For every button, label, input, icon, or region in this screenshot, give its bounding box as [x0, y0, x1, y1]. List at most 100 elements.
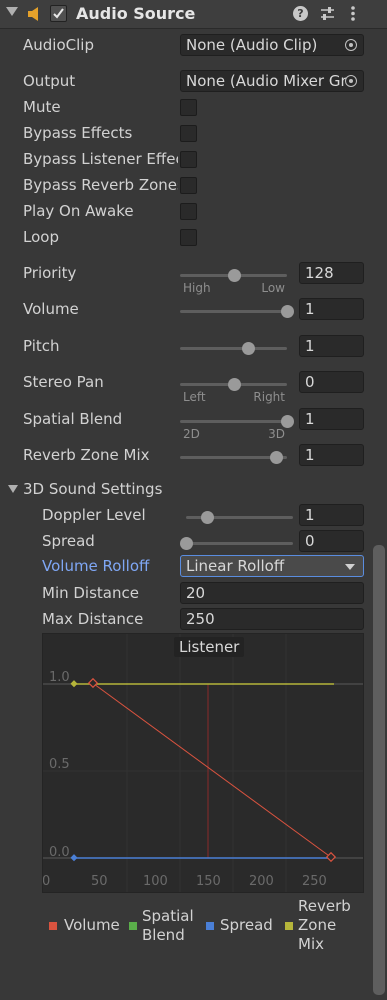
spread-level-slider-track[interactable] [180, 537, 293, 550]
component-header: Audio Source ? [0, 0, 387, 29]
doppler-level-slider-track[interactable] [186, 511, 293, 524]
min-distance-value: 20 [186, 584, 206, 602]
rolloff-graph[interactable]: 1.0 0.5 0.0 0 50 100 150 200 250 Listene… [42, 633, 364, 893]
legend-spread-label: Spread [220, 916, 273, 934]
section-3d-sound-label[interactable]: 3D Sound Settings [23, 480, 162, 498]
max-distance-value: 250 [186, 610, 215, 628]
play-on-awake-checkbox[interactable] [180, 203, 197, 220]
output-field[interactable]: None (Audio Mixer Gr [180, 70, 364, 92]
foldout-arrow-icon[interactable] [6, 7, 18, 16]
bypass-effects-checkbox[interactable] [180, 125, 197, 142]
priority-min-label: High [183, 281, 211, 295]
audio-source-icon [27, 6, 43, 26]
priority-label: Priority [23, 264, 77, 282]
reverb-zone-mix-value-field[interactable]: 1 [299, 444, 364, 466]
min-distance-label: Min Distance [42, 584, 139, 602]
max-distance-label: Max Distance [42, 610, 144, 628]
bypass-listener-checkbox[interactable] [180, 151, 197, 168]
object-picker-icon[interactable] [345, 39, 357, 51]
object-picker-icon[interactable] [345, 75, 357, 87]
priority-value-field[interactable]: 128 [299, 262, 364, 284]
loop-label: Loop [23, 228, 59, 246]
mute-checkbox[interactable] [180, 99, 197, 116]
y-tick-05: 0.5 [49, 757, 70, 772]
spread-level-slider-thumb[interactable] [180, 537, 193, 550]
stereo-pan-slider-track[interactable] [180, 378, 287, 391]
bypass-effects-label: Bypass Effects [23, 124, 133, 142]
priority-slider-thumb[interactable] [227, 269, 241, 282]
pitch-label: Pitch [23, 337, 60, 355]
stereo-pan-max-label: Right [253, 390, 285, 404]
doppler-level-label: Doppler Level [42, 506, 146, 524]
reverb-key[interactable] [70, 680, 78, 688]
reverb-zone-mix-label: Reverb Zone Mix [23, 446, 150, 464]
x-tick-100: 100 [143, 874, 168, 889]
volume-key-end[interactable] [325, 851, 337, 863]
legend-spatial-blend-label: Spatial Blend [142, 907, 194, 944]
presets-icon[interactable] [320, 6, 335, 25]
priority-max-label: Low [261, 281, 285, 295]
y-tick-1: 1.0 [49, 670, 70, 685]
legend-reverb-label: Reverb Zone Mix [298, 897, 351, 953]
volume-rolloff-label: Volume Rolloff [42, 557, 150, 575]
volume-rolloff-dropdown[interactable]: Linear Rolloff [180, 555, 364, 577]
component-title: Audio Source [76, 4, 196, 23]
play-on-awake-label: Play On Awake [23, 202, 134, 220]
pitch-value-field[interactable]: 1 [299, 335, 364, 357]
output-value: None (Audio Mixer Gr [186, 72, 347, 90]
stereo-pan-min-label: Left [183, 390, 206, 404]
stereo-pan-slider-thumb[interactable] [227, 378, 241, 391]
legend-volume-label: Volume [64, 916, 120, 934]
scrollbar-thumb[interactable] [373, 545, 385, 995]
pitch-slider-track[interactable] [180, 342, 287, 355]
bypass-reverb-label: Bypass Reverb Zones [23, 176, 178, 194]
legend-reverb-swatch [285, 922, 293, 930]
dropdown-arrow-icon [345, 564, 355, 570]
spatial-blend-slider-track[interactable] [180, 415, 294, 428]
spatial-blend-min-label: 2D [183, 427, 200, 441]
spread-level-label: Spread [42, 532, 95, 550]
x-tick-50: 50 [91, 874, 108, 889]
reverb-zone-mix-slider-track[interactable] [180, 451, 287, 464]
x-tick-250: 250 [302, 874, 327, 889]
spatial-blend-max-label: 3D [268, 427, 285, 441]
volume-rolloff-value: Linear Rolloff [186, 557, 285, 575]
audioclip-field[interactable]: None (Audio Clip) [180, 34, 364, 56]
max-distance-field[interactable]: 250 [180, 608, 364, 630]
x-tick-0: 0 [42, 874, 51, 889]
doppler-level-value-field[interactable]: 1 [299, 504, 364, 526]
more-options-icon[interactable] [350, 5, 356, 26]
enabled-checkbox[interactable] [50, 5, 67, 22]
stereo-pan-label: Stereo Pan [23, 373, 104, 391]
legend-volume-swatch [49, 922, 57, 930]
spatial-blend-value-field[interactable]: 1 [299, 408, 364, 430]
x-tick-150: 150 [196, 874, 221, 889]
output-label: Output [23, 72, 76, 90]
mute-label: Mute [23, 98, 61, 116]
help-icon[interactable]: ? [293, 6, 308, 21]
loop-checkbox[interactable] [180, 229, 197, 246]
volume-slider-thumb[interactable] [281, 305, 294, 318]
listener-label: Listener [174, 637, 245, 657]
audioclip-value: None (Audio Clip) [186, 36, 318, 54]
stereo-pan-value-field[interactable]: 0 [299, 371, 364, 393]
legend-spatial-blend-swatch [129, 922, 137, 930]
bypass-listener-label: Bypass Listener Effec [23, 150, 178, 168]
volume-value-field[interactable]: 1 [299, 298, 364, 320]
pitch-slider-thumb[interactable] [242, 342, 256, 355]
priority-slider-track[interactable] [180, 269, 287, 282]
reverb-zone-mix-slider-thumb[interactable] [270, 451, 284, 464]
min-distance-field[interactable]: 20 [180, 582, 364, 604]
y-tick-0: 0.0 [49, 845, 70, 860]
section-foldout-icon[interactable] [8, 485, 18, 493]
volume-label: Volume [23, 300, 79, 318]
spread-level-value-field[interactable]: 0 [299, 530, 364, 552]
doppler-level-slider-thumb[interactable] [201, 511, 215, 524]
audioclip-label: AudioClip [23, 36, 94, 54]
spread-key[interactable] [70, 854, 78, 862]
volume-slider-track[interactable] [180, 305, 294, 318]
spatial-blend-label: Spatial Blend [23, 410, 123, 428]
x-tick-200: 200 [249, 874, 274, 889]
legend-spread-swatch [206, 922, 214, 930]
bypass-reverb-checkbox[interactable] [180, 177, 197, 194]
